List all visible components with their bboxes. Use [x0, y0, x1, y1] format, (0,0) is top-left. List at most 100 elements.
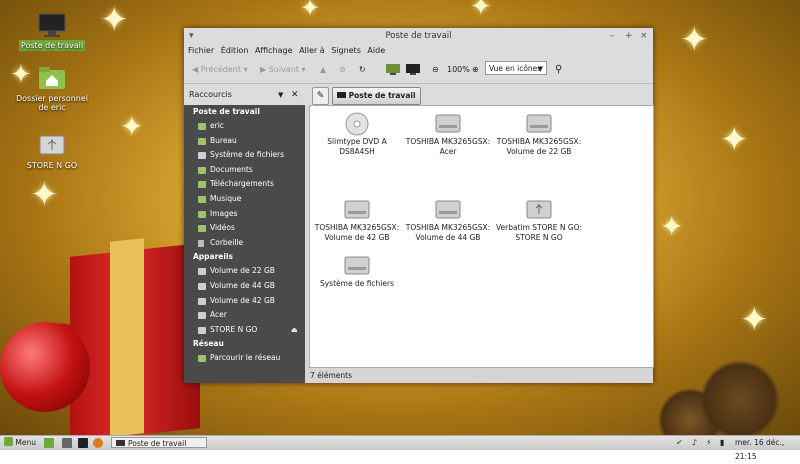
sidebar-item-eric[interactable]: eric	[184, 119, 305, 134]
folder-icon	[198, 225, 206, 233]
sidebar-section-devices: Appareils	[193, 252, 233, 262]
forward-button[interactable]: ▶ Suivant ▾	[260, 64, 305, 76]
menu-view[interactable]: Affichage	[255, 44, 293, 57]
file-item[interactable]: TOSHIBA MK3265GSX: Acer	[403, 112, 493, 156]
optical-disc-icon	[344, 112, 370, 136]
desktop-icon-usb[interactable]: STORE N GO	[16, 132, 88, 170]
zoom-out-icon[interactable]: ⊖	[432, 64, 439, 76]
file-item-label: TOSHIBA MK3265GSX:	[405, 223, 491, 232]
close-icon[interactable]: ×	[640, 28, 648, 44]
sidebar-dropdown-icon[interactable]: ▼	[278, 84, 283, 106]
sidebar-item-filesystem[interactable]: Système de fichiers	[184, 148, 305, 163]
sidebar-item-videos[interactable]: Vidéos	[184, 221, 305, 236]
sidebar-item-volume-22[interactable]: Volume de 22 GB	[184, 264, 305, 279]
desktop-icon-label: STORE N GO	[26, 161, 78, 170]
title-bar[interactable]: ▾ Poste de travail – + ×	[184, 28, 653, 44]
battery-icon[interactable]: ▮	[720, 438, 724, 448]
stop-icon[interactable]: ⊘	[339, 64, 346, 76]
path-button[interactable]: Poste de travail	[332, 87, 421, 105]
desktop-icon-label: Dossier personnel de eric	[16, 94, 89, 112]
menu-edit[interactable]: Édition	[221, 44, 249, 57]
terminal-launcher-icon[interactable]	[62, 438, 72, 448]
up-arrow-icon[interactable]: ▲	[320, 64, 326, 76]
folder-icon	[198, 166, 206, 174]
menu-file[interactable]: Fichier	[188, 44, 214, 57]
sidebar-item-images[interactable]: Images	[184, 207, 305, 222]
back-button[interactable]: ◀ Précédent ▾	[192, 64, 248, 76]
volume-icon[interactable]: ♪	[692, 438, 697, 448]
sidebar-item-acer[interactable]: Acer	[184, 308, 305, 323]
wallpaper-star: ✦	[30, 175, 59, 215]
chevron-down-icon: ▼	[537, 65, 543, 73]
sidebar-item-desktop[interactable]: Bureau	[184, 134, 305, 149]
network-icon[interactable]: ⚡	[706, 438, 712, 448]
file-item-label: TOSHIBA MK3265GSX:	[496, 137, 582, 146]
file-item-label: Volume de 42 GB	[324, 232, 390, 242]
file-item[interactable]: TOSHIBA MK3265GSX: Volume de 42 GB	[312, 198, 402, 242]
wallpaper-bauble	[0, 322, 90, 412]
show-desktop-icon[interactable]	[44, 438, 54, 448]
desktop-icon-home[interactable]: Dossier personnel de eric	[16, 65, 88, 112]
sidebar-item-store-n-go[interactable]: STORE N GO ⏏	[184, 323, 305, 338]
file-item[interactable]: TOSHIBA MK3265GSX: Volume de 22 GB	[494, 112, 584, 156]
update-icon[interactable]: ✔	[676, 438, 683, 448]
maximize-icon[interactable]: +	[625, 28, 633, 44]
sidebar-item-label: Musique	[210, 193, 242, 203]
back-label: Précédent	[200, 65, 241, 74]
computer-icon[interactable]	[386, 64, 400, 79]
file-item[interactable]: TOSHIBA MK3265GSX: Volume de 44 GB	[403, 198, 493, 242]
folder-icon	[198, 210, 206, 218]
clock[interactable]: mer. 16 déc., 21:15	[735, 436, 800, 464]
desktop-icon-computer[interactable]: Poste de travail	[16, 12, 88, 51]
view-mode-select[interactable]: Vue en icônes ▼	[485, 61, 547, 75]
menu-go[interactable]: Aller à	[299, 44, 325, 57]
sidebar-item-label: Acer	[210, 310, 227, 320]
status-bar: 7 éléments	[309, 368, 654, 383]
sidebar-item-music[interactable]: Musique	[184, 192, 305, 207]
wallpaper-star: ✦	[300, 0, 321, 22]
sidebar-item-trash[interactable]: Corbeille	[184, 236, 305, 251]
reload-icon[interactable]: ↻	[359, 64, 366, 76]
status-text: 7 éléments	[310, 371, 352, 380]
monitor-icon	[116, 440, 125, 446]
sidebar: Poste de travail eric Bureau Système de …	[184, 105, 305, 383]
sidebar-item-volume-42[interactable]: Volume de 42 GB	[184, 294, 305, 309]
sidebar-close-icon[interactable]: ✕	[291, 84, 299, 106]
file-item[interactable]: Slimtype DVD A DS8A4SH	[312, 112, 402, 156]
menu-bookmarks[interactable]: Signets	[331, 44, 361, 57]
file-item[interactable]: Verbatim STORE N GO: STORE N GO	[494, 198, 584, 242]
hard-drive-icon	[435, 112, 461, 134]
sidebar-item-label: eric	[210, 121, 224, 130]
search-icon[interactable]: ⚲	[555, 64, 562, 76]
window-menu-icon[interactable]: ▾	[189, 28, 194, 44]
file-item-label: Volume de 22 GB	[506, 146, 572, 156]
view-mode-value: Vue en icônes	[489, 64, 542, 73]
trash-icon	[198, 239, 204, 247]
sidebar-item-documents[interactable]: Documents	[184, 163, 305, 178]
home-folder-icon	[37, 65, 67, 91]
sidebar-item-label: Vidéos	[210, 223, 235, 233]
file-manager-launcher-icon[interactable]	[78, 438, 88, 448]
sidebar-item-label: Images	[210, 208, 238, 218]
menu-help[interactable]: Aide	[367, 44, 385, 57]
taskbar-window-button[interactable]: Poste de travail	[111, 437, 207, 448]
menu-bar: Fichier Édition Affichage Aller à Signet…	[184, 44, 653, 57]
file-item-label: Acer	[439, 146, 457, 156]
firefox-launcher-icon[interactable]	[93, 438, 103, 448]
monitor-icon[interactable]	[406, 64, 420, 79]
sidebar-item-volume-44[interactable]: Volume de 44 GB	[184, 279, 305, 294]
sidebar-item-label: Parcourir le réseau	[210, 353, 281, 363]
eject-icon[interactable]: ⏏	[291, 323, 298, 338]
sidebar-item-label: Téléchargements	[210, 179, 274, 189]
drive-icon	[198, 297, 206, 305]
file-item-label: Slimtype DVD A	[327, 137, 387, 146]
file-item[interactable]: Système de fichiers	[312, 254, 402, 289]
edit-location-icon[interactable]: ✎	[312, 87, 329, 105]
folder-icon	[198, 181, 206, 189]
menu-button[interactable]: Menu	[4, 436, 36, 450]
minimize-icon[interactable]: –	[610, 28, 615, 44]
hard-drive-icon	[344, 198, 370, 220]
sidebar-item-downloads[interactable]: Téléchargements	[184, 177, 305, 192]
zoom-in-icon[interactable]: ⊕	[472, 64, 479, 76]
sidebar-item-browse-network[interactable]: Parcourir le réseau	[184, 351, 305, 366]
